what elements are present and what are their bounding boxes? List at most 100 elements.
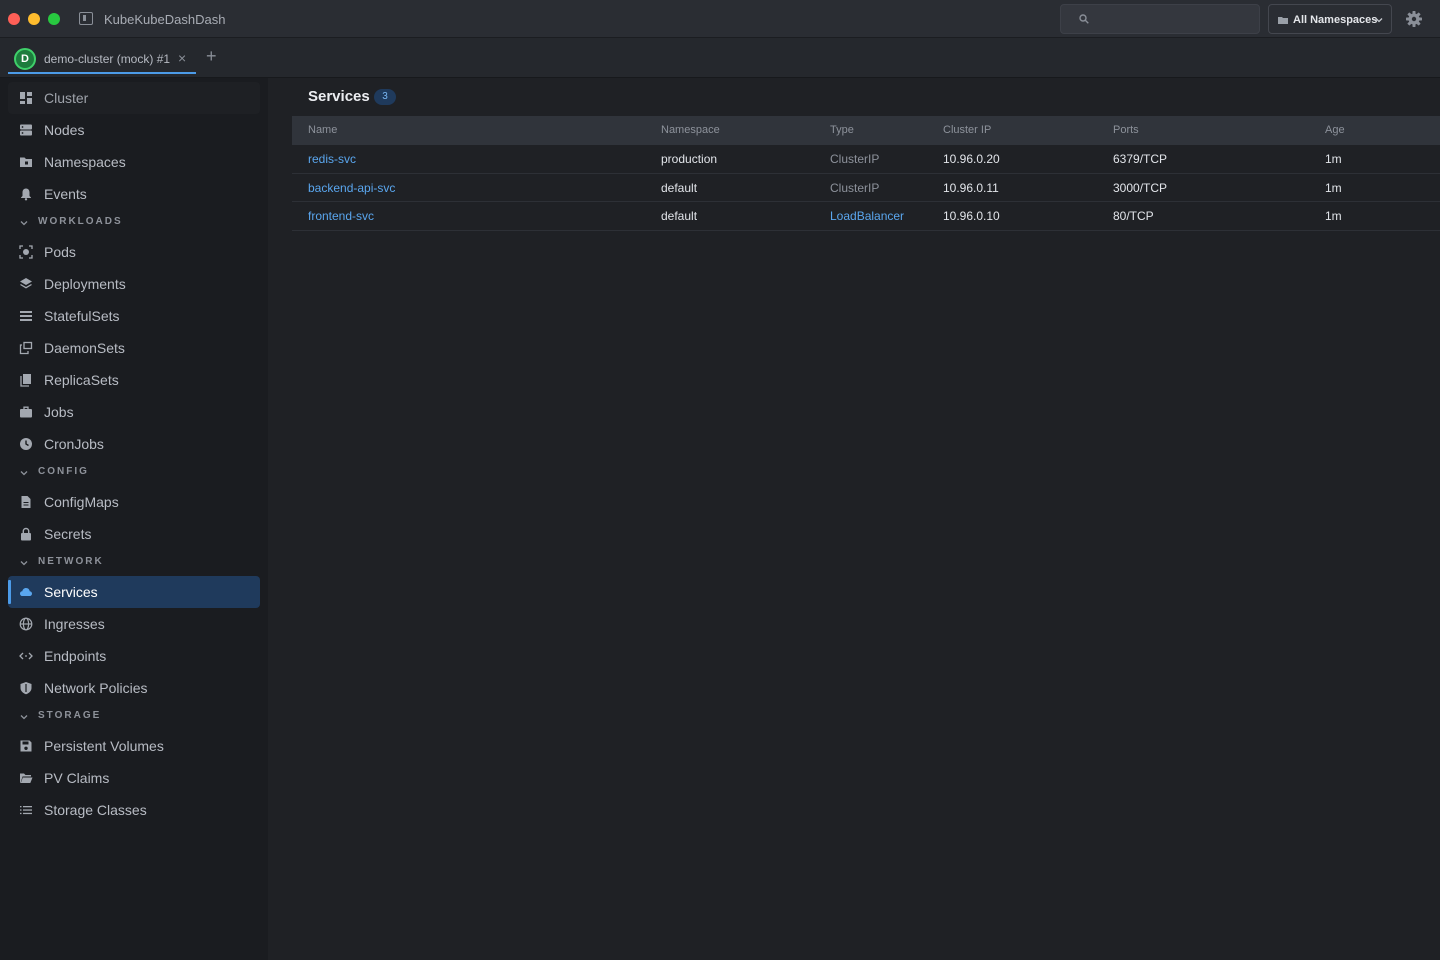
column-header-ports[interactable]: Ports <box>1113 124 1139 136</box>
page-title: Services <box>308 88 370 105</box>
sidebar-item-label: Pods <box>44 244 76 260</box>
server-icon <box>20 124 32 136</box>
sidebar-item-label: Storage Classes <box>44 802 147 818</box>
minimize-window-button[interactable] <box>28 13 40 25</box>
section-label: CONFIG <box>38 466 89 477</box>
column-header-type[interactable]: Type <box>830 124 854 136</box>
sidebar-item-label: Cluster <box>44 90 89 106</box>
service-cluster-ip: 10.96.0.11 <box>943 180 999 195</box>
cluster-avatar: D <box>14 48 36 70</box>
service-age: 1m <box>1325 209 1342 223</box>
sidebar-item-label: Deployments <box>44 276 126 292</box>
sidebar-item-storage-classes[interactable]: Storage Classes <box>8 794 260 826</box>
service-name-link[interactable]: frontend-svc <box>308 209 374 223</box>
sidebar-item-label: ReplicaSets <box>44 372 119 388</box>
sidebar-item-label: Persistent Volumes <box>44 738 164 754</box>
dashboard-icon <box>20 92 32 104</box>
service-type: ClusterIP <box>830 152 880 166</box>
sidebar-item-namespaces[interactable]: Namespaces <box>8 146 260 178</box>
sidebar: Cluster Nodes Namespaces Events WORKLOAD… <box>0 78 268 960</box>
sidebar-item-persistent-volumes[interactable]: Persistent Volumes <box>8 730 260 762</box>
table-row[interactable]: backend-api-svc default ClusterIP 10.96.… <box>292 174 1440 202</box>
sidebar-item-cronjobs[interactable]: CronJobs <box>8 428 260 460</box>
sidebar-item-pods[interactable]: Pods <box>8 236 260 268</box>
sidebar-item-network-policies[interactable]: Network Policies <box>8 672 260 704</box>
sidebar-item-configmaps[interactable]: ConfigMaps <box>8 486 260 518</box>
sidebar-item-label: ConfigMaps <box>44 494 119 510</box>
globe-icon <box>19 617 33 631</box>
sidebar-item-daemonsets[interactable]: DaemonSets <box>8 332 260 364</box>
sidebar-item-label: CronJobs <box>44 436 104 452</box>
service-type[interactable]: LoadBalancer <box>830 209 904 223</box>
service-cluster-ip: 10.96.0.20 <box>943 152 1000 166</box>
namespace-select[interactable]: All Namespaces <box>1268 4 1392 34</box>
cluster-tab-bar: D demo-cluster (mock) #1 × + <box>0 38 1440 78</box>
close-tab-icon[interactable]: × <box>178 50 186 66</box>
sidebar-item-statefulsets[interactable]: StatefulSets <box>8 300 260 332</box>
sidebar-item-nodes[interactable]: Nodes <box>8 114 260 146</box>
sidebar-item-endpoints[interactable]: Endpoints <box>8 640 260 672</box>
column-header-namespace[interactable]: Namespace <box>661 124 720 136</box>
chevron-down-icon <box>20 715 28 720</box>
column-header-age[interactable]: Age <box>1325 124 1345 136</box>
column-header-name[interactable]: Name <box>308 124 337 136</box>
sidebar-toggle-icon[interactable] <box>79 12 93 25</box>
sidebar-item-replicasets[interactable]: ReplicaSets <box>8 364 260 396</box>
section-label: NETWORK <box>38 556 104 567</box>
table-header: Name Namespace Type Cluster IP Ports Age <box>292 116 1440 145</box>
sidebar-item-ingresses[interactable]: Ingresses <box>8 608 260 640</box>
service-type: ClusterIP <box>830 180 880 195</box>
table-row[interactable]: redis-svc production ClusterIP 10.96.0.2… <box>292 145 1440 174</box>
service-name-link[interactable]: redis-svc <box>308 152 356 166</box>
sidebar-item-label: Nodes <box>44 122 85 138</box>
layers-icon <box>20 278 32 289</box>
sidebar-item-label: Events <box>44 186 87 202</box>
service-name-link[interactable]: backend-api-svc <box>308 181 395 195</box>
sidebar-item-deployments[interactable]: Deployments <box>8 268 260 300</box>
title-bar: KubeKubeDashDash All Namespaces <box>0 0 1440 38</box>
folder-icon <box>1278 17 1288 24</box>
replica-icon <box>20 374 31 387</box>
cluster-tab-label: demo-cluster (mock) #1 <box>44 52 171 66</box>
sidebar-item-label: Secrets <box>44 526 92 542</box>
service-age: 1m <box>1325 180 1342 195</box>
file-icon <box>21 496 31 508</box>
add-tab-button[interactable]: + <box>206 47 217 65</box>
sidebar-item-cluster[interactable]: Cluster <box>8 82 260 114</box>
sidebar-item-events[interactable]: Events <box>8 178 260 210</box>
column-header-cluster-ip[interactable]: Cluster IP <box>943 124 991 136</box>
chevron-down-icon <box>1375 18 1383 23</box>
table-row[interactable]: frontend-svc default LoadBalancer 10.96.… <box>292 202 1440 231</box>
sidebar-item-label: DaemonSets <box>44 340 125 356</box>
cluster-tab[interactable]: D demo-cluster (mock) #1 × <box>8 43 196 74</box>
service-ports: 6379/TCP <box>1113 152 1168 166</box>
service-ports: 80/TCP <box>1113 209 1154 223</box>
service-namespace: production <box>661 152 718 166</box>
sidebar-item-pv-claims[interactable]: PV Claims <box>8 762 260 794</box>
search-icon <box>1079 14 1089 24</box>
sidebar-item-secrets[interactable]: Secrets <box>8 518 260 550</box>
cloud-icon <box>20 588 32 596</box>
close-window-button[interactable] <box>8 13 20 25</box>
service-cluster-ip: 10.96.0.10 <box>943 209 1000 223</box>
count-badge: 3 <box>374 89 396 105</box>
sidebar-item-label: Services <box>44 584 98 600</box>
sidebar-item-label: Jobs <box>44 404 74 420</box>
service-age: 1m <box>1325 152 1342 166</box>
sidebar-item-services[interactable]: Services <box>8 576 260 608</box>
service-namespace: default <box>661 209 698 223</box>
disk-icon <box>20 740 32 752</box>
service-ports: 3000/TCP <box>1113 180 1168 195</box>
search-input[interactable] <box>1060 4 1260 34</box>
shield-icon <box>20 682 32 695</box>
settings-gear-icon[interactable] <box>1405 10 1423 28</box>
maximize-window-button[interactable] <box>48 13 60 25</box>
main-content: Services 3 Name Namespace Type Cluster I… <box>268 78 1440 960</box>
section-label: WORKLOADS <box>38 216 123 227</box>
sidebar-item-label: Network Policies <box>44 680 148 696</box>
lines-icon <box>20 806 32 815</box>
folder-icon <box>20 157 32 167</box>
sidebar-item-jobs[interactable]: Jobs <box>8 396 260 428</box>
sidebar-item-label: Endpoints <box>44 648 107 664</box>
sidebar-item-label: StatefulSets <box>44 308 120 324</box>
